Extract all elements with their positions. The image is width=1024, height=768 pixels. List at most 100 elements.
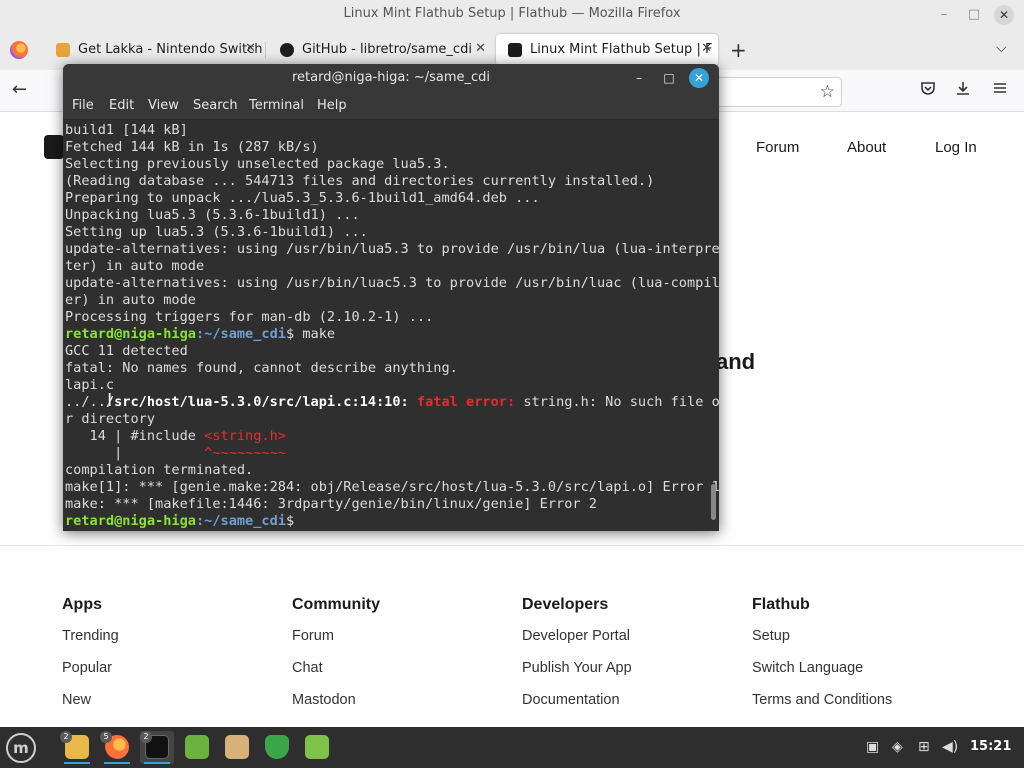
footer-link[interactable]: Publish Your App [522, 659, 632, 691]
terminal-line: (Reading database ... 544713 files and d… [65, 173, 655, 189]
prompt-user: retard@niga-higa [65, 326, 196, 342]
nav-forum-link[interactable]: Forum [756, 139, 799, 156]
menu-search[interactable]: Search [193, 98, 238, 113]
flathub-logo-icon[interactable] [44, 135, 64, 159]
footer-link[interactable]: Terms and Conditions [752, 691, 892, 723]
terminal-line: update-alternatives: using /usr/bin/luac… [65, 275, 719, 291]
footer-column-community: Community Forum Chat Mastodon [292, 596, 380, 723]
terminal-window[interactable]: retard@niga-higa: ~/same_cdi – □ ✕ File … [63, 64, 719, 531]
nav-login-link[interactable]: Log In [935, 139, 977, 156]
footer-link[interactable]: Mastodon [292, 691, 380, 723]
window-count-badge: 5 [100, 731, 112, 743]
taskbar-firefox[interactable]: 5 [100, 731, 134, 764]
include-line: 14 | #include <string.h> [65, 428, 719, 445]
url-bar[interactable]: ☆ [700, 77, 842, 107]
tab-github[interactable]: GitHub - libretro/same_cdi ✕ [268, 34, 492, 66]
close-window-button[interactable]: ✕ [994, 5, 1014, 25]
include-file: <string.h> [204, 428, 286, 444]
footer-link[interactable]: Documentation [522, 691, 632, 723]
terminal-minimize-button[interactable]: – [629, 68, 649, 88]
error-label: fatal error: [408, 394, 516, 410]
footer-link[interactable]: Switch Language [752, 659, 892, 691]
minimize-button[interactable]: – [934, 5, 954, 25]
archive-box-icon [225, 735, 249, 759]
taskbar-terminal[interactable]: 2 [140, 731, 174, 764]
terminal-line: er) in auto mode [65, 292, 196, 308]
menu-help[interactable]: Help [317, 98, 347, 113]
footer-link[interactable]: Popular [62, 659, 119, 691]
footer-link[interactable]: Developer Portal [522, 627, 632, 659]
terminal-maximize-button[interactable]: □ [659, 68, 679, 88]
footer-link[interactable]: Forum [292, 627, 380, 659]
terminal-line: compilation terminated. [65, 462, 254, 478]
terminal-output[interactable]: build1 [144 kB] Fetched 144 kB in 1s (28… [63, 120, 719, 531]
firefox-titlebar: Linux Mint Flathub Setup | Flathub — Moz… [0, 0, 1024, 30]
terminal-line: Preparing to unpack .../lua5.3_5.3.6-1bu… [65, 190, 540, 206]
back-button[interactable]: ← [12, 79, 27, 100]
list-all-tabs-button[interactable]: ⌵ [996, 40, 1007, 56]
footer-link[interactable]: Chat [292, 659, 380, 691]
running-indicator [104, 762, 130, 764]
network-icon[interactable]: ⊞ [918, 739, 930, 755]
menu-file[interactable]: File [72, 98, 94, 113]
tab-label: Linux Mint Flathub Setup | F [530, 42, 713, 57]
error-line: ../../src/host/lua-5.3.0/src/lapi.c:14:1… [65, 394, 719, 411]
taskbar-mintinstall[interactable] [180, 731, 214, 764]
downloads-icon[interactable] [955, 80, 971, 100]
caret-marker: ^~~~~~~~~~ [204, 445, 286, 461]
error-file: /src/host/lua-5.3.0/src/lapi.c:14:10: [105, 394, 409, 410]
footer-column-developers: Developers Developer Portal Publish Your… [522, 596, 632, 723]
taskbar-calculator[interactable] [300, 731, 334, 764]
menu-terminal[interactable]: Terminal [249, 98, 304, 113]
tab-close-icon[interactable]: ✕ [701, 41, 712, 56]
mint-menu-button[interactable]: m [6, 733, 36, 763]
tab-close-icon[interactable]: ✕ [245, 41, 256, 56]
terminal-line: r directory [65, 411, 156, 427]
terminal-titlebar[interactable]: retard@niga-higa: ~/same_cdi – □ ✕ [63, 64, 719, 92]
terminal-scrollbar[interactable] [711, 484, 716, 520]
terminal-line: Setting up lua5.3 (5.3.6-1build1) ... [65, 224, 368, 240]
menu-edit[interactable]: Edit [109, 98, 134, 113]
volume-icon[interactable]: ◀) [942, 739, 958, 755]
clipboard-icon[interactable]: ▣ [866, 739, 879, 755]
footer-link[interactable]: Setup [752, 627, 892, 659]
footer-heading: Flathub [752, 596, 810, 613]
tab-lakka[interactable]: Get Lakka - Nintendo Switch ✕ [44, 34, 262, 66]
terminal-close-button[interactable]: ✕ [689, 68, 709, 88]
maximize-button[interactable]: □ [964, 5, 984, 25]
footer-link[interactable]: Trending [62, 627, 119, 659]
footer-column-apps: Apps Trending Popular New [62, 596, 119, 723]
hero-heading-fragment: and [716, 349, 756, 374]
menu-view[interactable]: View [148, 98, 179, 113]
nav-about-link[interactable]: About [847, 139, 886, 156]
terminal-title: retard@niga-higa: ~/same_cdi [291, 70, 490, 85]
terminal-line: Selecting previously unselected package … [65, 156, 450, 172]
taskbar-files[interactable]: 2 [60, 731, 94, 764]
site-footer: Apps Trending Popular New Community Foru… [0, 545, 1024, 727]
pocket-icon[interactable] [920, 80, 936, 100]
taskbar: m 2 5 2 ▣ ◈ ⊞ ◀) 15:21 [0, 727, 1024, 768]
bookmark-star-icon[interactable]: ☆ [820, 82, 835, 102]
terminal-line: GCC 11 detected [65, 343, 188, 359]
clock[interactable]: 15:21 [970, 739, 1011, 754]
shield-tray-icon[interactable]: ◈ [892, 739, 903, 755]
tab-label: Get Lakka - Nintendo Switch [78, 42, 262, 57]
hamburger-menu-icon[interactable] [992, 80, 1008, 100]
taskbar-shield[interactable] [260, 731, 294, 764]
firefox-view-icon[interactable] [10, 41, 28, 59]
error-prefix: ../.. [65, 394, 106, 410]
desktop: Linux Mint Flathub Setup | Flathub — Moz… [0, 0, 1024, 768]
terminal-line: Processing triggers for man-db (2.10.2-1… [65, 309, 434, 325]
tab-flathub[interactable]: Linux Mint Flathub Setup | F ✕ [496, 34, 718, 66]
taskbar-archive[interactable] [220, 731, 254, 764]
tab-close-icon[interactable]: ✕ [475, 41, 486, 56]
tab-label: GitHub - libretro/same_cdi [302, 42, 472, 57]
window-count-badge: 2 [140, 731, 152, 743]
footer-column-flathub: Flathub Setup Switch Language Terms and … [752, 596, 892, 723]
new-tab-button[interactable]: + [730, 38, 747, 62]
prompt-line: retard@niga-higa:~/same_cdi$ make [65, 326, 719, 343]
flathub-favicon-icon [508, 43, 522, 57]
caret-prefix: | [65, 445, 205, 461]
footer-link[interactable]: New [62, 691, 119, 723]
terminal-line: make[1]: *** [genie.make:284: obj/Releas… [65, 479, 719, 495]
